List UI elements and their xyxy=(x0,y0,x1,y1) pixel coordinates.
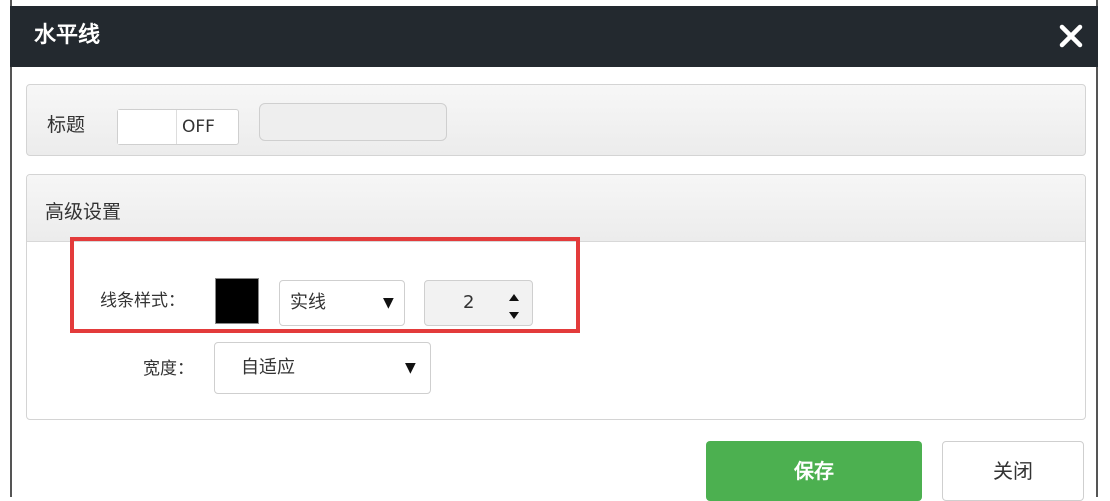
dialog-left-edge xyxy=(10,0,12,497)
title-toggle[interactable]: OFF xyxy=(117,109,239,145)
width-value: 自适应 xyxy=(241,357,295,378)
horizontal-line-dialog: 水平线 标题 OFF 高级设置 线条样式： 实线 ▼ 2 宽度： 自适应 ▼ 保… xyxy=(0,0,1110,501)
chevron-down-icon: ▼ xyxy=(383,295,394,311)
save-button[interactable]: 保存 xyxy=(706,441,922,501)
close-button[interactable]: 关闭 xyxy=(942,441,1084,501)
dialog-titlebar: 水平线 xyxy=(10,6,1098,67)
title-label: 标题 xyxy=(47,114,86,136)
dialog-right-edge xyxy=(1096,0,1098,497)
line-color-picker[interactable] xyxy=(215,278,259,324)
advanced-settings-title: 高级设置 xyxy=(45,201,122,223)
close-icon[interactable] xyxy=(1055,20,1087,52)
advanced-settings-header: 高级设置 xyxy=(27,175,1085,242)
toggle-knob xyxy=(118,110,177,144)
chevron-down-icon: ▼ xyxy=(405,360,416,376)
line-type-value: 实线 xyxy=(290,292,326,313)
dialog-title: 水平线 xyxy=(34,23,101,48)
toggle-state-text: OFF xyxy=(182,117,215,137)
width-label: 宽度： xyxy=(143,359,194,379)
line-style-label: 线条样式： xyxy=(100,291,185,311)
line-type-select[interactable]: 实线 ▼ xyxy=(279,280,405,326)
line-width-value: 2 xyxy=(463,292,475,313)
stepper-down-icon[interactable] xyxy=(507,307,521,319)
stepper-up-icon[interactable] xyxy=(507,288,521,301)
line-width-stepper[interactable]: 2 xyxy=(424,280,533,326)
title-panel: 标题 OFF xyxy=(26,84,1086,156)
width-select[interactable]: 自适应 ▼ xyxy=(214,342,431,394)
title-input[interactable] xyxy=(259,103,447,141)
